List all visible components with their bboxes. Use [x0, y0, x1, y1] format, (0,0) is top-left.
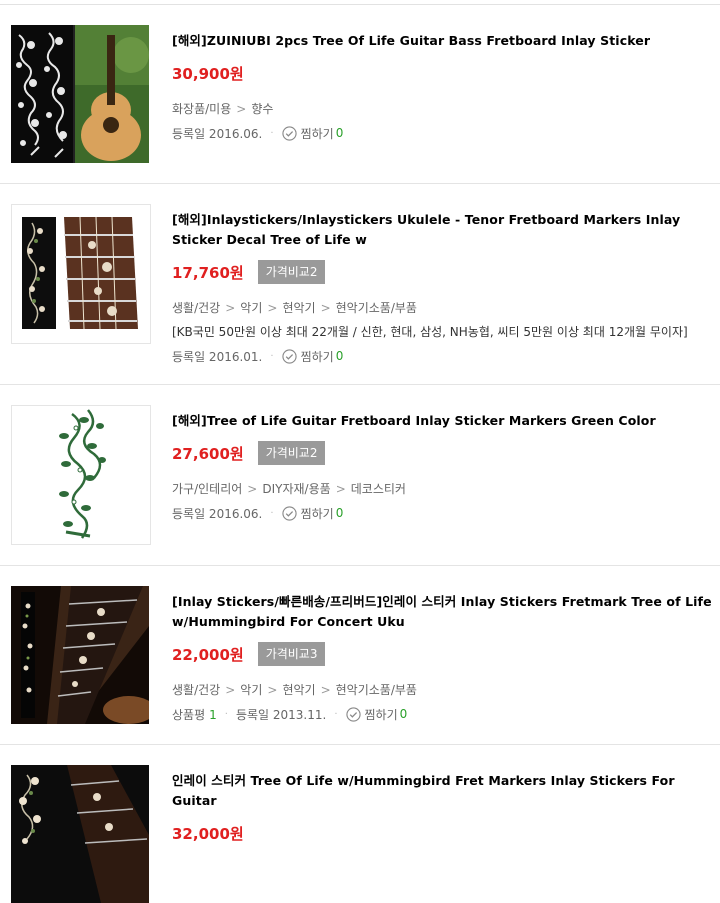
category-link[interactable]: 현악기소품/부품 [336, 683, 417, 697]
chevron-right-icon: > [335, 482, 346, 496]
price-row: 32,000원 [172, 820, 714, 846]
meta-row: 등록일 2016.06. · 찜하기 0 [172, 124, 714, 142]
category-breadcrumb: 가구/인테리어 > DIY자재/용품 > 데코스티커 [172, 481, 714, 497]
category-link[interactable]: 화장품/미용 [172, 102, 231, 116]
product-title[interactable]: [Inlay Stickers/빠른배송/프리버드]인레이 스티커 Inlay … [172, 592, 714, 632]
product-thumbnail[interactable] [11, 204, 151, 344]
category-breadcrumb: 생활/건강 > 악기 > 현악기 > 현악기소품/부품 [172, 300, 714, 316]
wish-label: 찜하기 [364, 707, 398, 722]
check-circle-icon [281, 125, 297, 141]
chevron-right-icon: > [247, 482, 258, 496]
review-label: 상품평 [172, 707, 206, 722]
card-installment-promo: [KB국민 50만원 이상 최대 22개월 / 신한, 현대, 삼성, NH농협… [172, 325, 688, 339]
product-thumbnail[interactable] [11, 586, 149, 724]
check-circle-icon [281, 348, 297, 364]
product-item-1: [해외]ZUINIUBI 2pcs Tree Of Life Guitar Ba… [0, 5, 720, 184]
product-title[interactable]: [해외]Tree of Life Guitar Fretboard Inlay … [172, 411, 714, 431]
category-link[interactable]: 생활/건강 [172, 301, 220, 315]
review-count: 1 [209, 707, 217, 722]
price-compare-button[interactable]: 가격비교2 [257, 260, 326, 284]
wish-count: 0 [399, 707, 408, 721]
registration-date: 등록일 2016.06. [172, 126, 263, 141]
meta-row: 등록일 2016.01. · 찜하기 0 [172, 347, 714, 365]
separator-dot: · [270, 507, 274, 519]
separator-dot: · [224, 708, 228, 720]
price-row: 22,000원 가격비교3 [172, 641, 714, 667]
product-item-2: [해외]Inlaystickers/Inlaystickers Ukulele … [0, 184, 720, 385]
wish-button[interactable]: 찜하기 0 [281, 125, 344, 142]
separator-dot: · [270, 350, 274, 362]
product-title[interactable]: [해외]ZUINIUBI 2pcs Tree Of Life Guitar Ba… [172, 31, 714, 51]
category-link[interactable]: 가구/인테리어 [172, 482, 242, 496]
product-price: 17,760원 [172, 263, 244, 282]
separator-dot: · [334, 708, 338, 720]
chevron-right-icon: > [320, 683, 331, 697]
product-thumbnail[interactable] [11, 405, 151, 545]
wish-label: 찜하기 [300, 126, 334, 141]
product-price: 30,900원 [172, 64, 244, 83]
chevron-right-icon: > [225, 301, 236, 315]
chevron-right-icon: > [320, 301, 331, 315]
product-price: 32,000원 [172, 824, 244, 843]
category-link[interactable]: 향수 [251, 102, 273, 116]
wish-label: 찜하기 [300, 349, 334, 364]
category-link[interactable]: DIY자재/용품 [262, 482, 330, 496]
category-link[interactable]: 악기 [240, 683, 262, 697]
price-row: 30,900원 [172, 60, 714, 86]
registration-date: 등록일 2013.11. [235, 707, 327, 722]
meta-row: 등록일 2016.06. · 찜하기 0 [172, 504, 714, 522]
chevron-right-icon: > [267, 301, 278, 315]
product-item-4: [Inlay Stickers/빠른배송/프리버드]인레이 스티커 Inlay … [0, 566, 720, 745]
price-compare-button[interactable]: 가격비교3 [257, 642, 326, 666]
chevron-right-icon: > [267, 683, 278, 697]
check-circle-icon [281, 505, 297, 521]
review-link[interactable]: 상품평 1 [172, 706, 217, 723]
category-link[interactable]: 데코스티커 [351, 482, 406, 496]
separator-dot: · [270, 127, 274, 139]
category-link[interactable]: 현악기소품/부품 [336, 301, 417, 315]
wish-button[interactable]: 찜하기 0 [281, 348, 344, 365]
product-price: 22,000원 [172, 645, 244, 664]
chevron-right-icon: > [225, 683, 236, 697]
price-compare-button[interactable]: 가격비교2 [257, 441, 326, 465]
price-row: 27,600원 가격비교2 [172, 440, 714, 466]
category-breadcrumb: 생활/건강 > 악기 > 현악기 > 현악기소품/부품 [172, 682, 714, 698]
category-link[interactable]: 악기 [240, 301, 262, 315]
wish-button[interactable]: 찜하기 0 [281, 505, 344, 522]
category-link[interactable]: 생활/건강 [172, 683, 220, 697]
category-link[interactable]: 현악기 [282, 301, 315, 315]
registration-date: 등록일 2016.06. [172, 506, 263, 521]
product-item-5: 인레이 스티커 Tree Of Life w/Hummingbird Fret … [0, 745, 720, 903]
wish-count: 0 [335, 349, 344, 363]
product-price: 27,600원 [172, 444, 244, 463]
wish-label: 찜하기 [300, 506, 334, 521]
product-title[interactable]: 인레이 스티커 Tree Of Life w/Hummingbird Fret … [172, 771, 714, 811]
chevron-right-icon: > [236, 102, 247, 116]
category-link[interactable]: 현악기 [282, 683, 315, 697]
product-thumbnail[interactable] [11, 25, 149, 163]
wish-count: 0 [335, 126, 344, 140]
product-thumbnail[interactable] [11, 765, 149, 903]
product-title[interactable]: [해외]Inlaystickers/Inlaystickers Ukulele … [172, 210, 714, 250]
category-breadcrumb: 화장품/미용 > 향수 [172, 101, 714, 117]
product-item-3: [해외]Tree of Life Guitar Fretboard Inlay … [0, 385, 720, 566]
meta-row: 상품평 1 · 등록일 2013.11. · 찜하기 0 [172, 705, 714, 723]
check-circle-icon [345, 706, 361, 722]
registration-date: 등록일 2016.01. [172, 349, 263, 364]
wish-count: 0 [335, 506, 344, 520]
wish-button[interactable]: 찜하기 0 [345, 706, 408, 723]
price-row: 17,760원 가격비교2 [172, 259, 714, 285]
